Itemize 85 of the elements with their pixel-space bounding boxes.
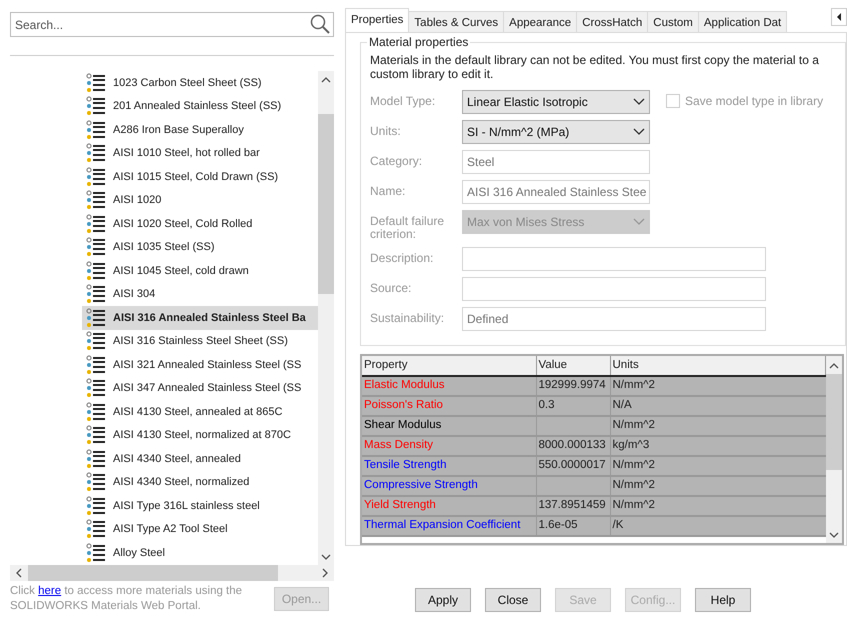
field-label: Model Type: bbox=[370, 93, 436, 108]
table-cell: 1.6e-05 bbox=[536, 516, 610, 536]
material-list-icon bbox=[86, 260, 106, 281]
dialog-button[interactable]: Close bbox=[485, 588, 541, 612]
tab[interactable]: Application Dat bbox=[698, 11, 788, 33]
material-list-icon bbox=[86, 308, 106, 328]
scroll-down-icon[interactable] bbox=[321, 553, 331, 561]
field-label: Category: bbox=[370, 153, 424, 168]
field-label: Sustainability: bbox=[370, 310, 446, 325]
field-label: Units: bbox=[370, 123, 402, 138]
material-list-icon bbox=[86, 96, 106, 116]
portal-note: Click here to access more materials using the SOLIDWORKS Materials Web Portal. bbox=[10, 584, 244, 614]
field-label: Source: bbox=[370, 280, 412, 295]
material-item[interactable]: AISI 316 Stainless Steel Sheet (SS) bbox=[82, 330, 318, 353]
scroll-up-icon[interactable] bbox=[321, 76, 331, 84]
triangle-left-icon bbox=[836, 13, 842, 21]
material-item[interactable]: 1023 Carbon Steel Sheet (SS) bbox=[82, 71, 318, 94]
table-cell: Thermal Expansion Coefficient bbox=[362, 516, 536, 536]
material-list-icon bbox=[86, 472, 106, 492]
material-item[interactable]: AISI Type 316L stainless steel bbox=[82, 494, 318, 518]
dialog-button[interactable]: Help bbox=[695, 588, 751, 612]
library-note: Materials in the default library can not be edited. You must first copy the material to a custom library to edit it. bbox=[370, 53, 820, 81]
chevron-down-icon bbox=[633, 218, 645, 226]
field-label: Description: bbox=[370, 250, 434, 265]
material-item[interactable]: Alloy Steel bbox=[82, 541, 318, 564]
save-model-type-label: Save model type in library bbox=[685, 93, 824, 110]
search-field[interactable]: Search... bbox=[10, 12, 334, 37]
field-label: Name: bbox=[370, 183, 406, 198]
field-label: Default failure criterion: bbox=[370, 213, 446, 241]
material-item[interactable]: AISI 1045 Steel, cold drawn bbox=[82, 259, 318, 282]
material-list-icon bbox=[86, 354, 106, 375]
material-list-icon bbox=[86, 519, 106, 540]
dropdown[interactable]: SI - N/mm^2 (MPa) bbox=[462, 120, 650, 144]
material-item[interactable]: AISI 347 Annealed Stainless Steel (SS bbox=[82, 376, 318, 400]
group-title: Material properties bbox=[367, 35, 470, 50]
tab[interactable]: CrossHatch bbox=[576, 11, 648, 33]
chevron-down-icon bbox=[633, 128, 645, 136]
material-list-icon bbox=[86, 402, 106, 422]
material-item[interactable]: AISI 4340 Steel, normalized bbox=[82, 470, 318, 494]
material-item[interactable]: AISI Type A2 Tool Steel bbox=[82, 518, 318, 541]
material-list-icon bbox=[86, 72, 106, 93]
material-list-icon bbox=[86, 425, 106, 446]
dialog-button[interactable]: Apply bbox=[415, 588, 471, 612]
material-list-icon bbox=[86, 143, 106, 164]
tab[interactable]: Custom bbox=[647, 11, 699, 33]
material-item[interactable]: AISI 1010 Steel, hot rolled bar bbox=[82, 142, 318, 165]
material-list-icon bbox=[86, 331, 106, 352]
table-cell: /K bbox=[610, 516, 826, 536]
scroll-down-icon[interactable] bbox=[829, 531, 839, 539]
material-item[interactable]: AISI 321 Annealed Stainless Steel (SS bbox=[82, 353, 318, 376]
scroll-right-icon[interactable] bbox=[320, 568, 330, 578]
material-list-icon bbox=[86, 237, 106, 258]
material-list-icon bbox=[86, 190, 106, 210]
chevron-down-icon bbox=[633, 98, 645, 106]
material-item[interactable]: 201 Annealed Stainless Steel (SS) bbox=[82, 94, 318, 118]
material-item[interactable]: AISI 1020 bbox=[82, 188, 318, 212]
tab[interactable]: Appearance bbox=[503, 11, 578, 33]
search-icon[interactable] bbox=[310, 14, 330, 34]
material-item[interactable]: AISI 4130 Steel, normalized at 870C bbox=[82, 424, 318, 447]
table-scrollbar[interactable] bbox=[826, 356, 842, 543]
horizontal-scrollbar[interactable] bbox=[10, 565, 334, 581]
material-list-icon bbox=[86, 378, 106, 398]
scroll-up-icon[interactable] bbox=[829, 362, 839, 370]
material-item[interactable]: AISI 1015 Steel, Cold Drawn (SS) bbox=[82, 165, 318, 188]
material-item[interactable]: AISI 316 Annealed Stainless Steel Ba bbox=[82, 306, 318, 330]
material-list-icon bbox=[86, 214, 106, 234]
tab-scroll-button[interactable] bbox=[831, 8, 847, 26]
material-list-icon bbox=[86, 284, 106, 304]
material-item[interactable]: AISI 1035 Steel (SS) bbox=[82, 236, 318, 259]
material-item[interactable]: AISI 4340 Steel, annealed bbox=[82, 447, 318, 470]
material-list-icon bbox=[86, 448, 106, 469]
tab[interactable]: Tables & Curves bbox=[408, 11, 504, 33]
material-list-icon bbox=[86, 120, 106, 140]
material-item[interactable]: AISI 4130 Steel, annealed at 865C bbox=[82, 400, 318, 424]
here-link[interactable]: here bbox=[38, 585, 62, 597]
scroll-left-icon[interactable] bbox=[14, 568, 24, 578]
material-list-icon bbox=[86, 166, 106, 187]
material-item[interactable]: AISI 304 bbox=[82, 282, 318, 306]
tab[interactable]: Properties bbox=[345, 8, 410, 33]
material-list-icon bbox=[86, 496, 106, 516]
material-list-icon bbox=[86, 542, 106, 563]
vertical-scrollbar[interactable] bbox=[318, 71, 334, 565]
material-item[interactable]: A286 Iron Base Superalloy bbox=[82, 118, 318, 142]
material-item[interactable]: AISI 1020 Steel, Cold Rolled bbox=[82, 212, 318, 236]
dropdown[interactable]: Linear Elastic Isotropic bbox=[462, 90, 650, 114]
